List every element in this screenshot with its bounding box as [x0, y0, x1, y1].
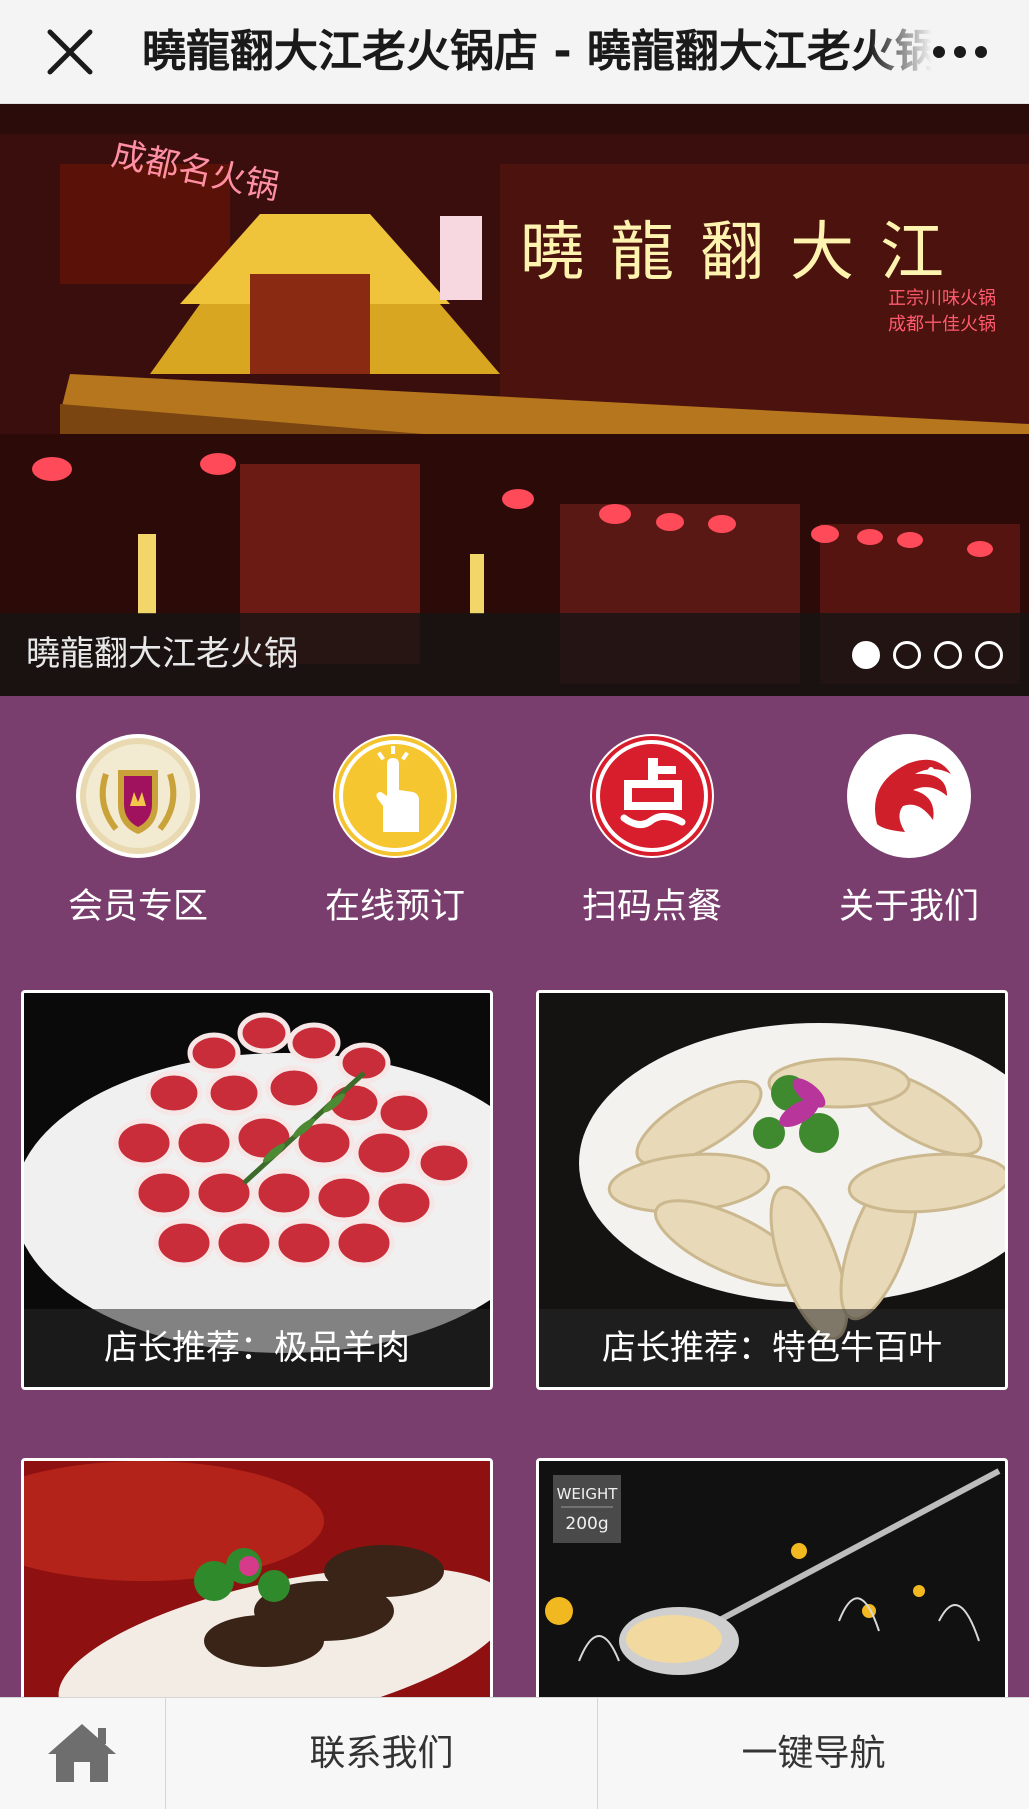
- quicknav-label: 在线预订: [324, 887, 465, 927]
- quicknav-booking[interactable]: 在线预订: [295, 734, 495, 934]
- contact-us-button[interactable]: 联系我们: [166, 1698, 598, 1809]
- quick-nav: 会员专区 在线预订 扫码点餐 关于我们: [0, 696, 1029, 956]
- home-icon: [48, 1724, 116, 1782]
- quicknav-about[interactable]: 关于我们: [809, 734, 1009, 934]
- more-dots-icon[interactable]: [930, 34, 990, 70]
- carousel-dot-2[interactable]: [893, 641, 921, 669]
- dish-caption: 店长推荐：特色牛百叶: [539, 1309, 1005, 1387]
- carousel-indicator: [852, 641, 1003, 669]
- bottom-bar: 联系我们 一键导航: [0, 1697, 1029, 1809]
- quicknav-label: 关于我们: [838, 887, 979, 927]
- restaurant-storefront-image: 成都名火锅 曉龍翻大江 正宗川味火锅 成都十佳火锅: [0, 104, 1029, 696]
- top-bar: 曉龍翻大江老火锅店 - 曉龍翻大江老火锅店: [0, 0, 1029, 104]
- quicknav-label: 扫码点餐: [581, 887, 722, 927]
- close-icon[interactable]: [40, 22, 100, 82]
- carousel-dot-1[interactable]: [852, 641, 880, 669]
- quicknav-member[interactable]: 会员专区: [38, 734, 238, 934]
- banner-carousel[interactable]: 成都名火锅 曉龍翻大江 正宗川味火锅 成都十佳火锅 曉龍翻大江老火锅: [0, 104, 1029, 696]
- photo-sign-right-2: 成都十佳火锅: [888, 314, 996, 335]
- dish-card-lamb[interactable]: 店长推荐：极品羊肉: [21, 990, 493, 1390]
- dish-card-tripe[interactable]: 店长推荐：特色牛百叶: [536, 990, 1008, 1390]
- order-dian-icon: [590, 734, 714, 858]
- home-button[interactable]: [0, 1698, 166, 1809]
- carousel-dot-4[interactable]: [975, 641, 1003, 669]
- dragon-logo-icon: [847, 734, 971, 858]
- finger-tap-icon: [333, 734, 457, 858]
- weight-tag-label: WEIGHT: [557, 1485, 619, 1503]
- page-title: 曉龍翻大江老火锅店 - 曉龍翻大江老火锅店: [142, 26, 932, 77]
- quicknav-scan-order[interactable]: 扫码点餐: [552, 734, 752, 934]
- quicknav-label: 会员专区: [67, 887, 208, 927]
- member-badge-icon: [76, 734, 200, 858]
- banner-caption-bar: 曉龍翻大江老火锅: [0, 613, 1029, 696]
- carousel-dot-3[interactable]: [934, 641, 962, 669]
- photo-sign-right-1: 正宗川味火锅: [888, 288, 996, 309]
- photo-sign-main: 曉龍翻大江: [520, 216, 970, 290]
- navigate-button[interactable]: 一键导航: [598, 1698, 1029, 1809]
- banner-caption: 曉龍翻大江老火锅: [26, 634, 298, 674]
- dish-caption: 店长推荐：极品羊肉: [24, 1309, 490, 1387]
- weight-tag-value: 200g: [565, 1514, 608, 1534]
